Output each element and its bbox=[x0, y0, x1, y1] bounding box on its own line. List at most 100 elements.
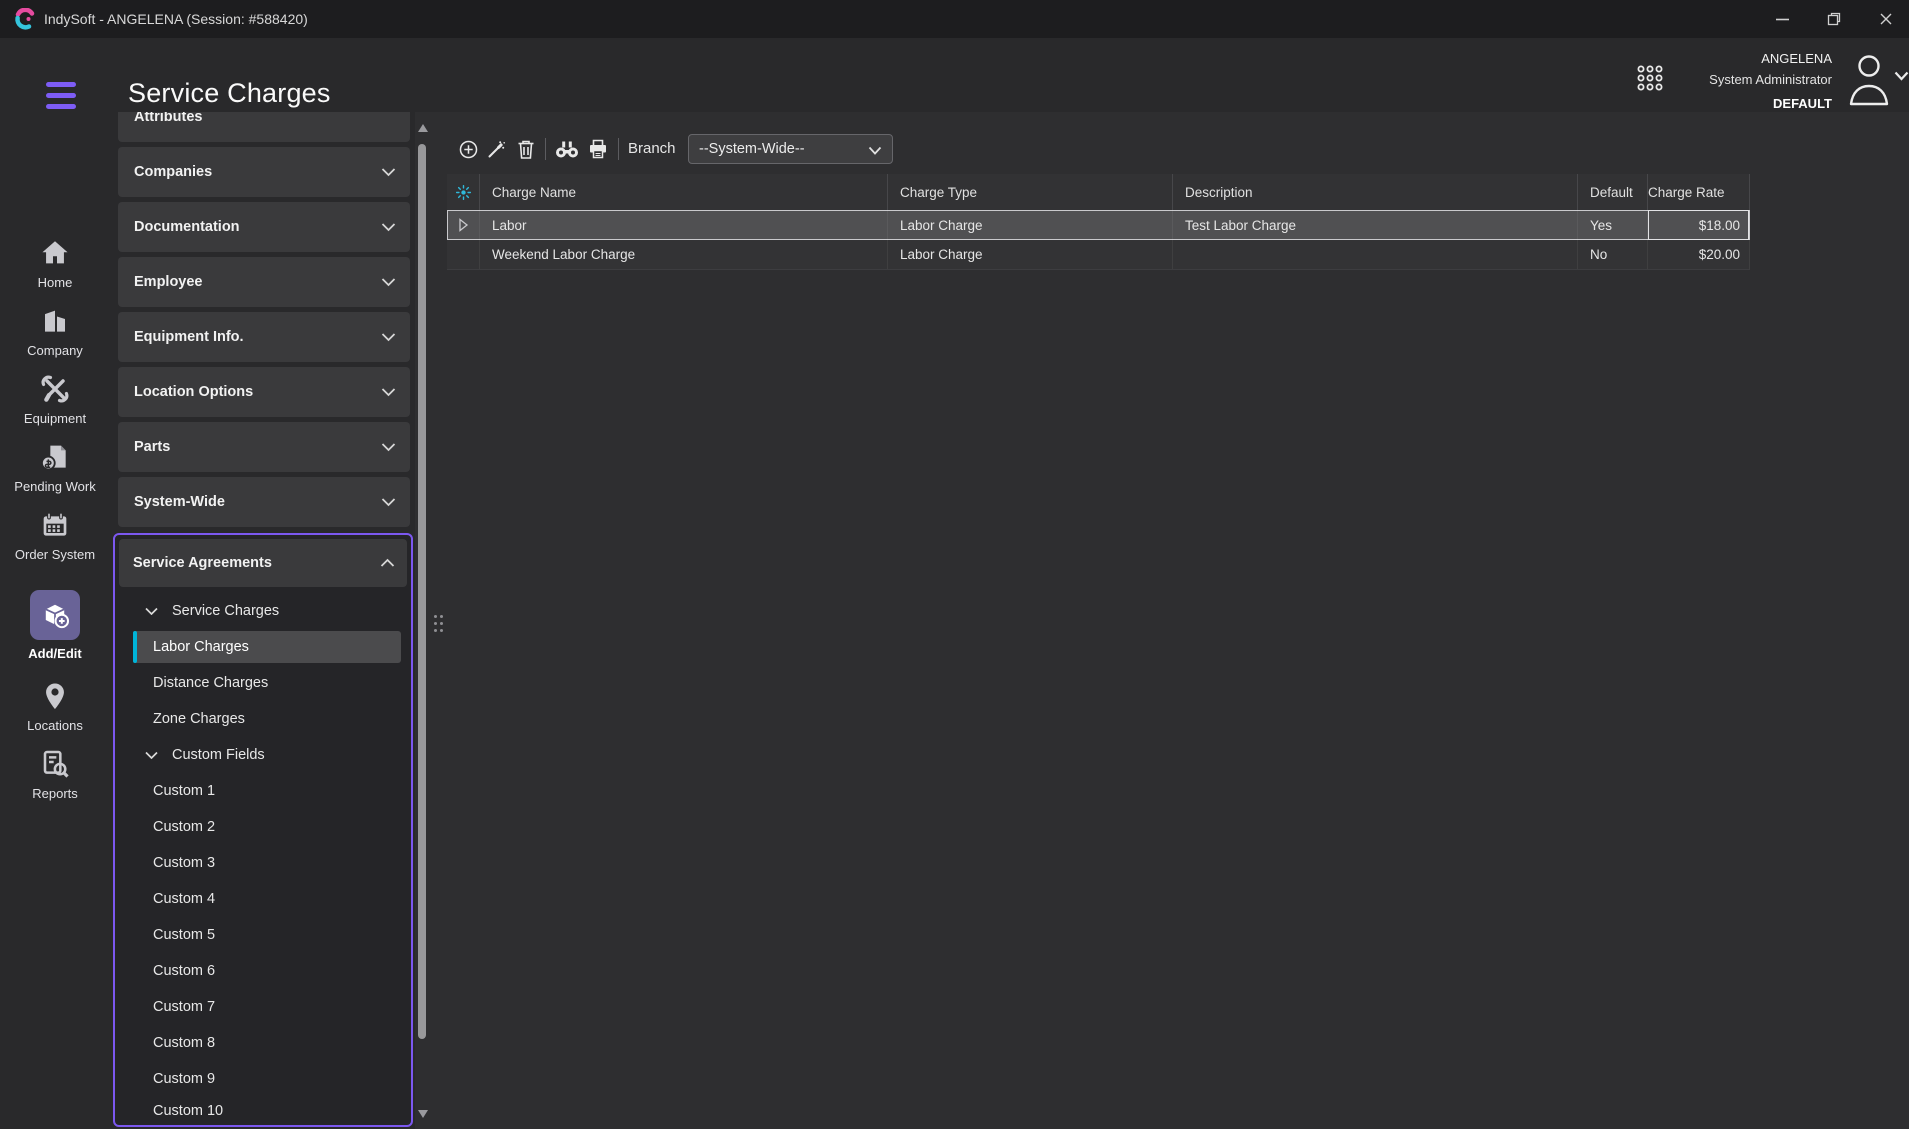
sidebar-item-reports[interactable]: Reports bbox=[0, 748, 110, 801]
chevron-down-icon bbox=[381, 332, 396, 342]
tree-item-distance-charges[interactable]: Distance Charges bbox=[115, 665, 411, 701]
sidebar-item-locations[interactable]: Locations bbox=[0, 680, 110, 733]
minimize-button[interactable] bbox=[1759, 0, 1805, 38]
pending-work-icon bbox=[39, 441, 71, 473]
row-expander-icon[interactable] bbox=[447, 210, 480, 240]
home-icon bbox=[39, 237, 71, 269]
chevron-down-icon bbox=[381, 442, 396, 452]
restore-button[interactable] bbox=[1811, 0, 1857, 38]
close-button[interactable] bbox=[1863, 0, 1909, 38]
tree-item-custom-fields[interactable]: Custom Fields bbox=[115, 737, 411, 773]
company-icon bbox=[39, 305, 71, 337]
avatar[interactable] bbox=[1843, 50, 1895, 106]
navigation-panel: Attributes Companies Documentation Emplo… bbox=[110, 112, 415, 1129]
cell-description bbox=[1173, 240, 1578, 269]
tree-item-custom-4[interactable]: Custom 4 bbox=[115, 881, 411, 917]
scroll-down-arrow[interactable] bbox=[418, 1110, 428, 1118]
column-header-charge-rate[interactable]: Charge Rate bbox=[1648, 174, 1750, 210]
reports-icon bbox=[39, 748, 71, 780]
accordion-section-equipment-info[interactable]: Equipment Info. bbox=[118, 312, 410, 362]
column-header-charge-name[interactable]: Charge Name bbox=[480, 174, 888, 210]
accordion-section-system-wide[interactable]: System-Wide bbox=[118, 477, 410, 527]
user-menu-chevron-icon[interactable] bbox=[1894, 70, 1909, 82]
accordion-section-attributes[interactable]: Attributes bbox=[118, 112, 410, 142]
user-role: System Administrator bbox=[1709, 68, 1832, 92]
accordion-section-employee[interactable]: Employee bbox=[118, 257, 410, 307]
cell-charge-rate: $18.00 bbox=[1648, 210, 1750, 240]
tree-item-custom-10[interactable]: Custom 10 bbox=[115, 1093, 411, 1127]
indysoft-logo-icon bbox=[14, 8, 36, 30]
table-row[interactable]: Weekend Labor Charge Labor Charge No $20… bbox=[447, 240, 1750, 270]
panel-splitter[interactable] bbox=[431, 112, 447, 1129]
chevron-down-icon bbox=[381, 387, 396, 397]
row-expander-placeholder bbox=[447, 240, 480, 269]
cell-charge-rate: $20.00 bbox=[1648, 240, 1750, 269]
hamburger-menu-icon[interactable] bbox=[46, 82, 76, 109]
cell-default: No bbox=[1578, 240, 1648, 269]
edit-button[interactable] bbox=[483, 134, 509, 164]
user-info: ANGELENA System Administrator DEFAULT bbox=[1709, 50, 1832, 116]
accordion-section-companies[interactable]: Companies bbox=[118, 147, 410, 197]
sidebar-item-equipment[interactable]: Equipment bbox=[0, 373, 110, 426]
panel-scrollbar bbox=[415, 112, 431, 1129]
tree-item-custom-6[interactable]: Custom 6 bbox=[115, 953, 411, 989]
tree-item-custom-2[interactable]: Custom 2 bbox=[115, 809, 411, 845]
chevron-down-icon bbox=[381, 277, 396, 287]
sidebar-item-pending-work[interactable]: Pending Work bbox=[0, 441, 110, 494]
app-window: IndySoft - ANGELENA (Session: #588420) S… bbox=[0, 0, 1909, 1129]
column-header-description[interactable]: Description bbox=[1173, 174, 1578, 210]
delete-button[interactable] bbox=[513, 134, 539, 164]
table-row[interactable]: Labor Labor Charge Test Labor Charge Yes… bbox=[447, 210, 1750, 240]
chevron-down-icon bbox=[381, 167, 396, 177]
tree-item-custom-9[interactable]: Custom 9 bbox=[115, 1061, 411, 1097]
add-edit-icon bbox=[38, 598, 72, 632]
column-header-default[interactable]: Default bbox=[1578, 174, 1648, 210]
chevron-down-icon bbox=[381, 222, 396, 232]
window-title: IndySoft - ANGELENA (Session: #588420) bbox=[44, 0, 308, 38]
tree-item-zone-charges[interactable]: Zone Charges bbox=[115, 701, 411, 737]
tree-item-custom-5[interactable]: Custom 5 bbox=[115, 917, 411, 953]
sidebar-item-company[interactable]: Company bbox=[0, 305, 110, 358]
scrollbar-thumb[interactable] bbox=[418, 144, 426, 1039]
cell-charge-type: Labor Charge bbox=[888, 210, 1173, 240]
add-button[interactable] bbox=[455, 134, 481, 164]
order-system-icon bbox=[39, 509, 71, 541]
tree-item-labor-charges[interactable]: Labor Charges bbox=[115, 629, 411, 665]
toolbar-separator bbox=[545, 138, 546, 160]
accordion-section-documentation[interactable]: Documentation bbox=[118, 202, 410, 252]
branch-dropdown[interactable]: --System-Wide-- bbox=[688, 134, 893, 164]
column-chooser-button[interactable] bbox=[447, 174, 480, 210]
tree-item-custom-8[interactable]: Custom 8 bbox=[115, 1025, 411, 1061]
column-header-charge-type[interactable]: Charge Type bbox=[888, 174, 1173, 210]
tree-item-custom-1[interactable]: Custom 1 bbox=[115, 773, 411, 809]
user-name: ANGELENA bbox=[1709, 50, 1832, 68]
accordion-section-parts[interactable]: Parts bbox=[118, 422, 410, 472]
chevron-down-icon bbox=[381, 497, 396, 507]
page-title: Service Charges bbox=[128, 78, 331, 109]
titlebar: IndySoft - ANGELENA (Session: #588420) bbox=[0, 0, 1909, 38]
accordion-section-service-agreements[interactable]: Service Agreements bbox=[119, 539, 407, 587]
scroll-up-arrow[interactable] bbox=[418, 124, 428, 132]
branch-label: Branch bbox=[628, 134, 676, 164]
sidebar-item-order-system[interactable]: Order System bbox=[0, 509, 110, 562]
tree-item-custom-7[interactable]: Custom 7 bbox=[115, 989, 411, 1025]
splitter-grip-icon bbox=[434, 615, 443, 643]
equipment-icon bbox=[39, 373, 71, 405]
print-button[interactable] bbox=[585, 134, 611, 164]
tree-item-custom-3[interactable]: Custom 3 bbox=[115, 845, 411, 881]
cell-default: Yes bbox=[1578, 210, 1648, 240]
main-content: Branch --System-Wide-- bbox=[447, 112, 1909, 1129]
sidebar-item-add-edit[interactable]: Add/Edit bbox=[0, 590, 110, 668]
accordion-section-location-options[interactable]: Location Options bbox=[118, 367, 410, 417]
charges-table: Charge Name Charge Type Description Defa… bbox=[447, 174, 1750, 270]
cell-charge-name: Labor bbox=[480, 210, 888, 240]
locations-icon bbox=[39, 680, 71, 712]
sidebar-item-home[interactable]: Home bbox=[0, 237, 110, 290]
find-button[interactable] bbox=[551, 134, 583, 164]
tree-item-service-charges[interactable]: Service Charges bbox=[115, 593, 411, 629]
cell-charge-type: Labor Charge bbox=[888, 240, 1173, 269]
apps-grid-icon[interactable] bbox=[1636, 64, 1664, 92]
cell-charge-name: Weekend Labor Charge bbox=[480, 240, 888, 269]
chevron-down-icon bbox=[868, 146, 882, 155]
chevron-up-icon bbox=[380, 558, 395, 568]
